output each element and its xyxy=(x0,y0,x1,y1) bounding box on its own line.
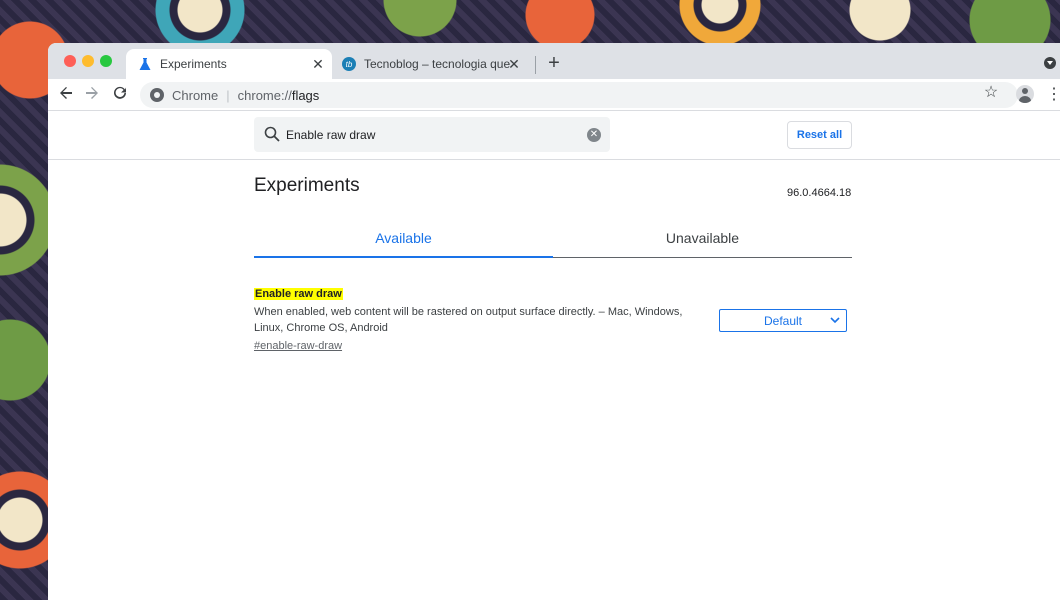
menu-kebab-icon[interactable]: ⋮ xyxy=(1046,85,1060,105)
window-minimize-button[interactable] xyxy=(82,55,94,67)
tab-strip: Experiments ✕ tb Tecnoblog – tecnologia … xyxy=(48,43,1060,79)
flask-icon xyxy=(138,57,152,71)
new-tab-button[interactable]: + xyxy=(544,53,564,73)
flags-header: Enable raw draw ✕ Reset all xyxy=(48,111,1060,160)
tab-separator xyxy=(535,56,536,74)
flag-anchor-link[interactable]: #enable-raw-draw xyxy=(254,340,342,352)
tab-experiments[interactable]: Experiments ✕ xyxy=(126,49,332,79)
reset-all-button[interactable]: Reset all xyxy=(787,121,852,149)
browser-toolbar: Chrome | chrome://flags ☆ ⋮ xyxy=(48,79,1060,111)
window-maximize-button[interactable] xyxy=(100,55,112,67)
search-input[interactable]: Enable raw draw xyxy=(286,128,375,142)
experiments-tabs: Available Unavailable xyxy=(254,218,852,258)
forward-arrow-icon[interactable] xyxy=(82,85,102,105)
tab-close-icon[interactable]: ✕ xyxy=(310,56,326,72)
chevron-down-icon xyxy=(829,314,841,326)
site-chip: Chrome xyxy=(172,87,219,103)
profile-avatar-icon[interactable] xyxy=(1016,85,1034,103)
tab-close-icon[interactable]: ✕ xyxy=(506,56,522,72)
flag-state-select[interactable]: Default xyxy=(719,309,847,332)
clear-search-icon[interactable]: ✕ xyxy=(587,128,601,142)
version-label: 96.0.4664.18 xyxy=(787,187,852,199)
url-host: flags xyxy=(291,87,320,103)
tab-title: Experiments xyxy=(160,57,227,71)
flags-search-box[interactable]: Enable raw draw ✕ xyxy=(254,117,610,152)
reload-icon[interactable] xyxy=(110,85,130,105)
svg-text:tb: tb xyxy=(346,60,353,69)
search-icon xyxy=(264,126,280,142)
url-scheme: chrome:// xyxy=(237,87,292,103)
select-value: Default xyxy=(763,313,803,328)
tecnoblog-favicon: tb xyxy=(342,57,356,71)
flag-description: When enabled, web content will be raster… xyxy=(254,306,683,334)
tab-unavailable[interactable]: Unavailable xyxy=(553,218,852,257)
back-arrow-icon[interactable] xyxy=(56,85,76,105)
bookmark-star-icon[interactable]: ☆ xyxy=(982,84,1000,102)
address-bar[interactable]: Chrome | chrome://flags xyxy=(140,82,1018,108)
browser-window: Experiments ✕ tb Tecnoblog – tecnologia … xyxy=(48,43,1060,600)
chip-divider: | xyxy=(226,87,230,103)
tab-search-icon[interactable] xyxy=(1044,57,1056,69)
chrome-icon xyxy=(150,88,164,102)
tab-title: Tecnoblog – tecnologia que interessa xyxy=(364,57,514,71)
page-title: Experiments xyxy=(254,175,360,196)
url-text: chrome://flags xyxy=(238,88,320,103)
window-close-button[interactable] xyxy=(64,55,76,67)
tab-tecnoblog[interactable]: tb Tecnoblog – tecnologia que interessa … xyxy=(336,49,536,79)
flag-title: Enable raw draw xyxy=(254,288,343,300)
tab-available[interactable]: Available xyxy=(254,218,553,258)
